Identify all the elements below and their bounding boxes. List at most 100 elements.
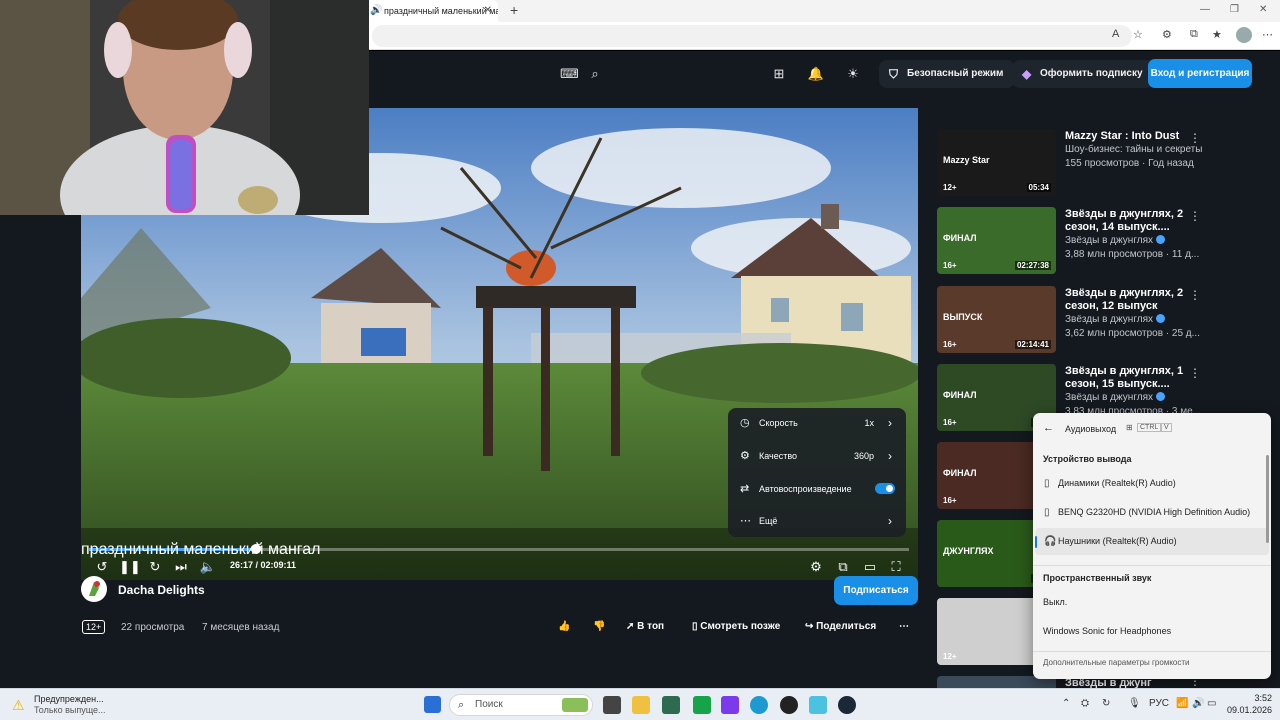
upload-icon[interactable]: ⊞	[770, 65, 788, 83]
miniplayer-icon[interactable]: ⧉	[834, 559, 852, 575]
subscription-button[interactable]: ◆ Оформить подписку	[1012, 60, 1155, 88]
edge-browser-icon[interactable]	[750, 696, 768, 714]
next-icon[interactable]: ⏭	[172, 559, 190, 575]
video-thumbnail[interactable]: ВЫПУСК 16+ 02:14:41	[937, 286, 1056, 353]
age-badge: 12+	[943, 652, 957, 661]
like-icon[interactable]: 👍	[558, 621, 570, 632]
terminal-app-icon[interactable]	[662, 696, 680, 714]
recommendation-channel[interactable]: Звёзды в джунглях	[1065, 392, 1166, 403]
shield-icon: ⛉	[889, 67, 899, 81]
close-window-icon[interactable]: ✕	[1259, 4, 1267, 15]
quality-value: 360p	[853, 451, 874, 461]
menu-dots-icon[interactable]: ⋯	[1262, 28, 1273, 41]
forward-10-icon[interactable]: ↻	[146, 559, 164, 575]
taskbar-search[interactable]: ⌕ Поиск	[449, 694, 593, 716]
channel-name[interactable]: Dacha Delights	[118, 583, 205, 597]
recommendation-title[interactable]: Звёзды в джунглях, 2 сезон, 12 выпуск	[1065, 287, 1185, 313]
favorites-icon[interactable]: ★	[1212, 28, 1222, 41]
wifi-icon[interactable]: 📶	[1176, 698, 1188, 709]
notepad-icon[interactable]	[809, 696, 827, 714]
more-options-icon[interactable]: ⋮	[1189, 209, 1201, 223]
recommendation-channel[interactable]: Шоу-бизнес: тайны и секреты	[1065, 144, 1202, 155]
autoplay-menu-item[interactable]: ⇄ Автовоспроизведение	[728, 474, 906, 504]
audio-device-headphones[interactable]: 🎧 Наушники (Realtek(R) Audio)	[1035, 528, 1269, 555]
more-volume-settings-link[interactable]: Дополнительные параметры громкости	[1043, 658, 1190, 667]
close-tab-icon[interactable]: ✕	[484, 5, 492, 16]
volume-icon[interactable]: 🔈	[199, 559, 217, 575]
login-button[interactable]: Вход и регистрация	[1148, 59, 1252, 88]
address-bar[interactable]	[372, 25, 1132, 47]
theme-sun-icon[interactable]: ☀	[844, 65, 862, 83]
read-aloud-icon[interactable]: A	[1112, 28, 1119, 40]
app-icon-dark[interactable]	[780, 696, 798, 714]
tray-chevron-icon[interactable]: ⌃	[1062, 698, 1070, 709]
app-icon[interactable]	[721, 696, 739, 714]
windows-start-icon[interactable]	[424, 696, 441, 713]
browser-tab-active[interactable]: 🔊 праздничный маленький ма ✕	[364, 0, 498, 22]
quality-menu-item[interactable]: ⚙ Качество 360p ›	[728, 441, 906, 471]
warning-icon[interactable]: ⚠	[12, 697, 28, 713]
xbox-icon[interactable]	[693, 696, 711, 714]
language-indicator[interactable]: РУС	[1149, 698, 1169, 709]
speed-menu-item[interactable]: ◷ Скорость 1x ›	[728, 408, 906, 438]
file-explorer-icon[interactable]	[632, 696, 650, 714]
microphone-icon[interactable]: 🎙	[1128, 698, 1141, 709]
share-button[interactable]: ↪ Поделиться	[805, 621, 876, 632]
recommendation-title[interactable]: Звёзды в джунглях, 1 сезон, 15 выпуск...…	[1065, 365, 1185, 391]
new-tab-button[interactable]: +	[510, 2, 518, 18]
more-options-icon[interactable]: ⋮	[1189, 288, 1201, 302]
notification-title[interactable]: Предупрежден...	[34, 694, 104, 704]
audio-device-speakers[interactable]: ▯ Динамики (Realtek(R) Audio)	[1035, 470, 1269, 497]
flyout-scrollbar[interactable]	[1266, 455, 1269, 543]
fullscreen-icon[interactable]: ⛶	[887, 559, 905, 575]
more-options-icon[interactable]: ⋮	[1189, 366, 1201, 380]
favorite-star-icon[interactable]: ☆	[1133, 28, 1143, 41]
audio-device-benq[interactable]: ▯ BENQ G2320HD (NVIDIA High Definition A…	[1035, 499, 1269, 526]
profile-avatar[interactable]	[1236, 27, 1252, 43]
more-actions-icon[interactable]: ⋯	[899, 621, 909, 632]
theater-mode-icon[interactable]: ▭	[861, 559, 879, 575]
maximize-icon[interactable]: ❐	[1230, 4, 1239, 15]
safe-mode-button[interactable]: ⛉ Безопасный режим	[879, 60, 1016, 88]
bell-icon[interactable]: 🔔	[807, 65, 825, 83]
subscribe-button[interactable]: Подписаться	[834, 576, 918, 605]
recommendation-card[interactable]: ВЫПУСК 16+ 02:14:41 Звёзды в джунглях, 2 се…	[937, 286, 1237, 354]
recommendation-title[interactable]: Mazzy Star : Into Dust	[1065, 130, 1185, 143]
channel-avatar[interactable]	[81, 576, 107, 602]
top-button[interactable]: ➚ В топ	[626, 621, 664, 632]
video-thumbnail[interactable]: Mazzy Star 12+ 05:34	[937, 129, 1056, 196]
settings-gear-icon[interactable]: ⚙	[807, 559, 825, 575]
split-screen-icon[interactable]: ⧉	[1190, 28, 1198, 41]
minimize-icon[interactable]: —	[1200, 4, 1210, 15]
duration-badge: 02:27:38	[1014, 261, 1051, 270]
recommendation-card[interactable]: Mazzy Star 12+ 05:34 Mazzy Star : Into Dust…	[937, 129, 1237, 197]
search-icon[interactable]: ⌕	[586, 65, 604, 83]
subscription-label: Оформить подписку	[1040, 68, 1143, 79]
battery-icon[interactable]: ▭	[1207, 698, 1216, 709]
notification-subtitle[interactable]: Только выпуще...	[34, 705, 106, 715]
more-options-icon[interactable]: ⋮	[1189, 131, 1201, 145]
tray-app-icon[interactable]: ⛭	[1081, 698, 1089, 709]
recommendation-card[interactable]: ФИНАЛ 16+ 02:27:38 Звёзды в джунглях, 2 сез…	[937, 207, 1237, 275]
task-view-icon[interactable]	[603, 696, 621, 714]
back-arrow-icon[interactable]: ←	[1043, 422, 1054, 434]
video-thumbnail[interactable]: ФИНАЛ 16+ 02:27:38	[937, 207, 1056, 274]
recommendation-channel[interactable]: Звёзды в джунглях	[1065, 314, 1166, 325]
volume-tray-icon[interactable]: 🔊	[1192, 698, 1204, 709]
spatial-option-off[interactable]: Выкл.	[1035, 589, 1269, 616]
dislike-icon[interactable]: 👎	[593, 621, 605, 632]
recommendation-title[interactable]: Звёзды в джунглях, 2 сезон, 14 выпуск...…	[1065, 208, 1185, 234]
autoplay-toggle[interactable]	[875, 483, 895, 494]
taskbar-clock[interactable]: 3:52 09.01.2026	[1222, 692, 1272, 716]
recommendation-channel[interactable]: Звёзды в джунглях	[1065, 235, 1166, 246]
extensions-icon[interactable]: ⚙	[1162, 28, 1172, 41]
rewind-10-icon[interactable]: ↺	[93, 559, 111, 575]
steam-icon[interactable]	[838, 696, 856, 714]
keyboard-icon[interactable]: ⌨	[560, 65, 579, 83]
spatial-option-sonic[interactable]: Windows Sonic for Headphones	[1035, 618, 1269, 645]
more-menu-item[interactable]: ⋯ Ещё ›	[728, 506, 906, 536]
tray-sync-icon[interactable]: ↻	[1102, 698, 1110, 709]
watch-later-button[interactable]: ▯ Смотреть позже	[692, 621, 780, 632]
speaker-icon[interactable]: 🔊	[370, 5, 382, 16]
pause-icon[interactable]: ❚❚	[119, 559, 141, 575]
